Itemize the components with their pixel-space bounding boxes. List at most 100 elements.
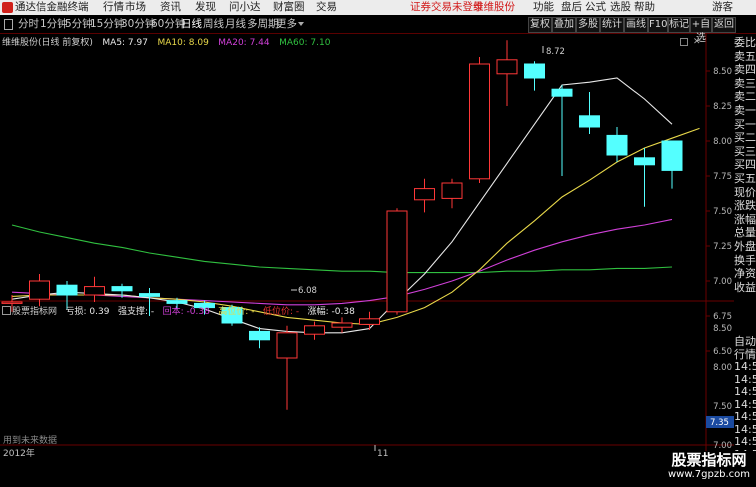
side-panel-lower-item: 14:5 [734, 422, 756, 435]
indicator-axis: 8.50 8.00 7.50 7.00 [713, 324, 732, 451]
watermark-title: 股票指标网 [671, 451, 747, 469]
future-data-notice: 用到未来数据 [3, 434, 57, 446]
side-panel-lower-item: 14:5 [734, 435, 756, 448]
ma5-line [11, 77, 673, 334]
ma60-line [11, 224, 673, 274]
indicator-tick-label: 8.00 [713, 363, 732, 373]
side-panel-item: 买二 [734, 131, 756, 145]
indicator-tick-label: 7.00 [713, 441, 732, 451]
menu-item-bangzhu[interactable]: 帮助 [634, 1, 655, 14]
menu-item-xuangu[interactable]: 选股 [610, 1, 631, 14]
menu-item-gongshi[interactable]: 公式 [585, 1, 606, 14]
candle[interactable] [386, 208, 408, 315]
menu-item-jiaoyi[interactable]: 交易 [316, 1, 337, 14]
menu-item-zixun[interactable]: 资讯 [160, 1, 181, 14]
kline-chart[interactable]: 8.50 8.25 8.00 7.75 7.50 7.25 7.00 6.75 6.50 8.5… [0, 33, 734, 463]
price-tick-label: 6.50 [713, 347, 732, 357]
candle[interactable] [304, 321, 325, 340]
side-panel-item: 现价 [734, 185, 756, 199]
menu-item-caifuquan[interactable]: 财富圈 [273, 1, 305, 14]
side-panel-item: 涨幅 [734, 212, 756, 226]
candle[interactable] [276, 325, 298, 410]
price-axis: 8.50 8.25 8.00 7.75 7.50 7.25 7.00 6.75 6.50 [706, 67, 732, 357]
high-price-label: 8.72 [546, 47, 565, 57]
more-chevron-down-icon[interactable] [298, 22, 304, 26]
candle[interactable] [606, 127, 628, 162]
candle[interactable] [84, 276, 105, 302]
candle[interactable] [359, 311, 380, 330]
period-toolbar: 分时 1分钟 5分钟 15分钟 30分钟 60分钟 日线 周线 月线 多周期 更… [0, 16, 756, 44]
period-daily[interactable]: 日线 [181, 17, 202, 32]
side-panel-item: 买五 [734, 171, 756, 185]
watermark: 股票指标网 www.7gpzb.com [662, 451, 756, 487]
side-panel-item: 外盘 [734, 239, 756, 253]
indicator-change-label: 涨幅: -0.38 [307, 307, 355, 317]
multi-stock-button[interactable]: 多股 [576, 17, 600, 33]
side-panel-item: 卖四 [734, 63, 756, 77]
menu-item-gongneng[interactable]: 功能 [533, 1, 554, 14]
side-panel-item: 收益 [734, 280, 756, 294]
side-panel-item: 卖三 [734, 76, 756, 90]
indicator-low-price-label: 低位价: - [262, 307, 300, 317]
indicator-tick-label: 8.50 [713, 324, 732, 334]
year-label: 2012年 [3, 447, 35, 459]
candle[interactable] [469, 57, 490, 183]
f10-button[interactable]: F10 [648, 17, 668, 33]
period-1min[interactable]: 1分钟 [40, 17, 68, 32]
app-title: 通达信金融终端 [15, 1, 89, 13]
indicator-loss-label: 亏损: 0.39 [65, 307, 110, 317]
side-panel-item: 买四 [734, 158, 756, 172]
current-stock-badge: 维维股份 [473, 1, 515, 13]
period-monthly[interactable]: 月线 [225, 17, 246, 32]
candle[interactable] [524, 61, 545, 91]
candle[interactable] [634, 148, 655, 207]
menu-bar: 通达信金融终端 行情 市场 资讯 发现 问小达 财富圈 交易 证券交易未登录 维… [0, 0, 756, 15]
indicator-toggle-icon[interactable] [2, 306, 11, 315]
mark-button[interactable]: 标记 [668, 17, 690, 33]
menu-item-wenxiaoda[interactable]: 问小达 [229, 1, 261, 14]
add-watchlist-button[interactable]: +自选 [690, 17, 712, 44]
guest-user[interactable]: 游客 [712, 1, 733, 14]
indicator-tick-label: 7.50 [713, 402, 732, 412]
period-fenshi[interactable]: 分时 [18, 17, 39, 32]
side-panel-lower-item: 行情 [734, 347, 756, 360]
candle[interactable] [249, 327, 270, 349]
price-tick-label: 6.75 [713, 312, 732, 322]
indicator-support-label: 强支撑: - [117, 307, 155, 317]
stats-button[interactable]: 统计 [600, 17, 624, 33]
menu-item-panhou[interactable]: 盘后 [561, 1, 582, 14]
panel-toggle-icon[interactable] [4, 19, 13, 30]
indicator-breakeven-label: 回本: -0.38 [162, 307, 210, 317]
high-marker: 8.72 [542, 46, 565, 57]
side-panel-lower-item: 14:5 [734, 410, 756, 423]
period-15min[interactable]: 15分钟 [90, 17, 124, 32]
period-more[interactable]: 更多 [276, 17, 297, 32]
menu-item-faxian[interactable]: 发现 [195, 1, 216, 14]
draw-line-button[interactable]: 画线 [624, 17, 648, 33]
overlay-button[interactable]: 叠加 [552, 17, 576, 33]
price-tick-label: 8.50 [713, 67, 732, 77]
side-panel-lower-item: 14:5 [734, 372, 756, 385]
side-panel-item: 涨跌 [734, 199, 756, 213]
candle[interactable] [661, 140, 683, 189]
candle[interactable] [331, 317, 353, 333]
indicator-high-price-label: 高位价: - [218, 307, 255, 317]
fuquan-button[interactable]: 复权 [528, 17, 552, 33]
menu-item-shichang[interactable]: 市场 [125, 1, 146, 14]
candle[interactable] [496, 40, 518, 106]
candle[interactable] [579, 92, 600, 134]
low-marker: 6.08 [291, 286, 317, 296]
candle[interactable] [441, 178, 463, 209]
candle[interactable] [551, 85, 573, 176]
back-button[interactable]: 返回 [712, 17, 736, 33]
side-panel-item: 买一 [734, 117, 756, 131]
period-weekly[interactable]: 周线 [203, 17, 224, 32]
period-5min[interactable]: 5分钟 [65, 17, 93, 32]
menu-item-hangqing[interactable]: 行情 [103, 1, 124, 14]
side-panel-item: 总量 [734, 226, 756, 240]
low-price-label: 6.08 [298, 286, 317, 296]
side-panel-item: 买三 [734, 144, 756, 158]
candle[interactable] [414, 178, 435, 213]
indicator-name[interactable]: 股票指标网 [12, 307, 57, 317]
period-multi[interactable]: 多周期 [247, 17, 279, 32]
